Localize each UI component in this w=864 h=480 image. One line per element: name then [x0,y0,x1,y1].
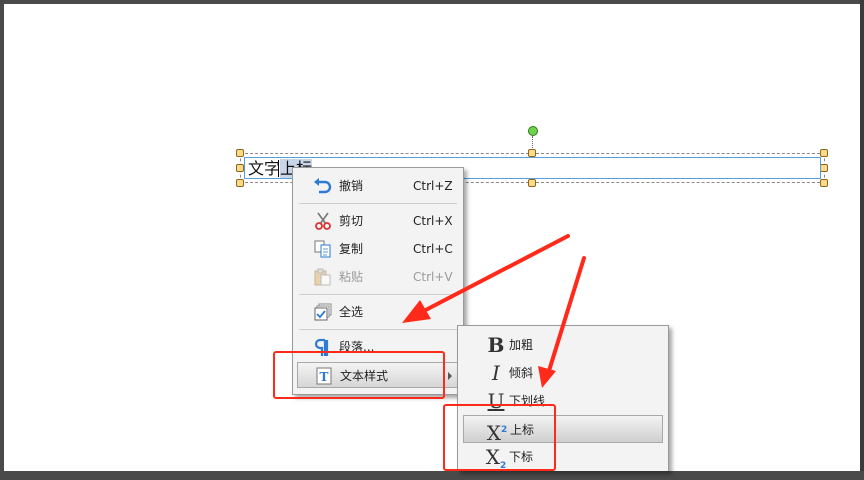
annotation-arrows [402,234,586,388]
annotation-arrow-to-menu [402,234,570,323]
annotation-arrow-to-submenu [538,256,586,388]
